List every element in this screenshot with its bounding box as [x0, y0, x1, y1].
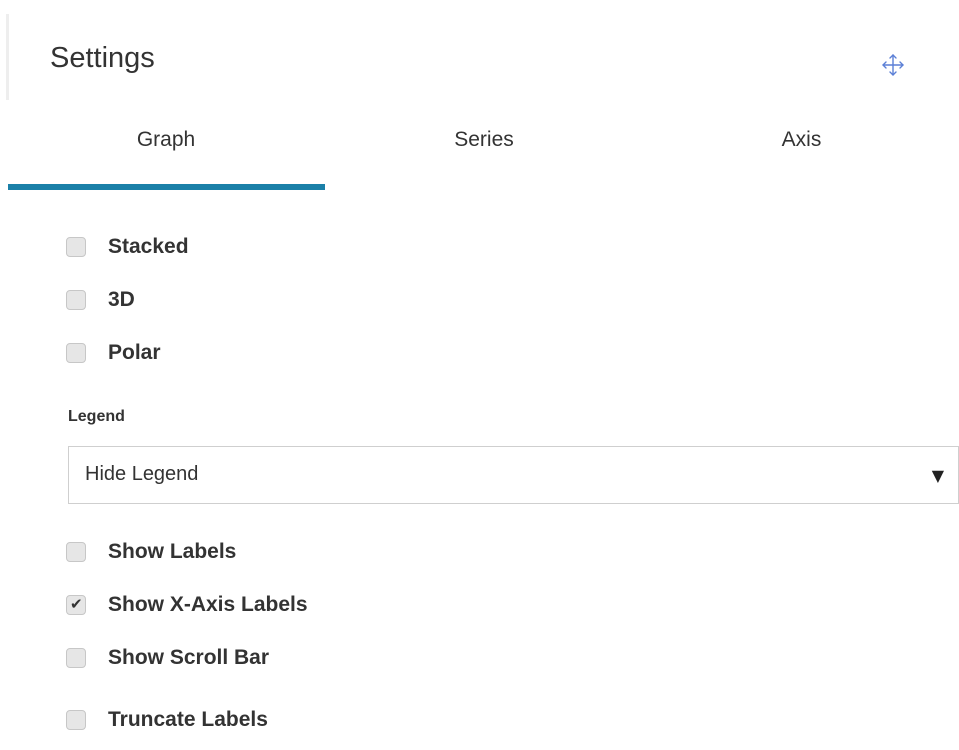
- show-labels-checkbox[interactable]: [66, 542, 86, 562]
- stacked-option[interactable]: Stacked: [66, 232, 189, 262]
- show-scroll-bar-checkbox[interactable]: [66, 648, 86, 668]
- legend-select-value: Hide Legend: [85, 463, 199, 485]
- truncate-labels-checkbox[interactable]: [66, 710, 86, 730]
- show-labels-option[interactable]: Show Labels: [66, 537, 236, 567]
- move-arrows-icon[interactable]: [880, 52, 906, 78]
- 3d-checkbox[interactable]: [66, 290, 86, 310]
- polar-checkbox[interactable]: [66, 343, 86, 363]
- polar-label: Polar: [108, 341, 161, 364]
- show-labels-label: Show Labels: [108, 540, 237, 563]
- dropdown-arrow-icon: ▼: [931, 466, 944, 485]
- show-scroll-bar-label: Show Scroll Bar: [108, 646, 270, 669]
- panel-edge-divider: [6, 14, 9, 100]
- 3d-option[interactable]: 3D: [66, 285, 135, 315]
- show-x-axis-labels-label: Show X-Axis Labels: [108, 593, 308, 616]
- tab-axis-label: Axis: [781, 128, 822, 151]
- polar-option[interactable]: Polar: [66, 338, 161, 368]
- tab-graph[interactable]: Graph: [8, 118, 325, 190]
- tab-graph-label: Graph: [136, 128, 196, 151]
- stacked-label: Stacked: [108, 235, 189, 258]
- show-x-axis-labels-checkbox[interactable]: [66, 595, 86, 615]
- panel-title: Settings: [50, 42, 155, 74]
- truncate-labels-label: Truncate Labels: [108, 708, 268, 731]
- legend-select[interactable]: Hide Legend ▼: [68, 446, 959, 504]
- truncate-labels-option[interactable]: Truncate Labels: [66, 705, 268, 735]
- show-x-axis-labels-option[interactable]: Show X-Axis Labels: [66, 590, 308, 620]
- tab-axis[interactable]: Axis: [644, 118, 959, 190]
- 3d-label: 3D: [108, 288, 135, 311]
- tab-series[interactable]: Series: [324, 118, 644, 190]
- legend-label: Legend: [68, 408, 125, 425]
- stacked-checkbox[interactable]: [66, 237, 86, 257]
- settings-tabs: Graph Series Axis: [8, 118, 959, 190]
- show-scroll-bar-option[interactable]: Show Scroll Bar: [66, 643, 269, 673]
- tab-series-label: Series: [454, 128, 514, 151]
